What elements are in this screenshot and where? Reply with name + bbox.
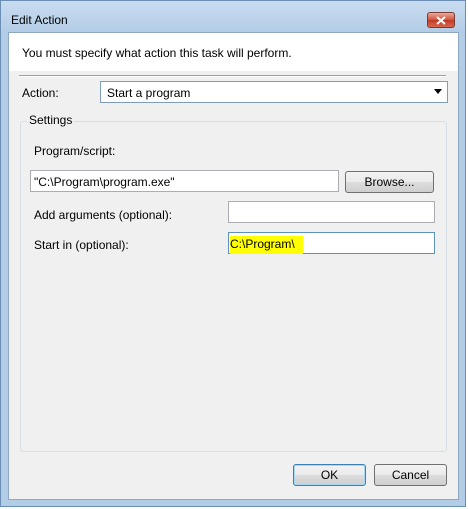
settings-group-label: Settings (27, 113, 75, 127)
edit-action-dialog: Edit Action You must specify what action… (0, 0, 466, 507)
message-panel: You must specify what action this task w… (9, 33, 458, 71)
window-title: Edit Action (11, 13, 68, 27)
start-in-label: Start in (optional): (34, 238, 129, 252)
program-script-input[interactable]: "C:\Program\program.exe" (30, 170, 339, 192)
close-button[interactable] (427, 12, 455, 28)
arguments-input[interactable] (228, 201, 435, 223)
instruction-message: You must specify what action this task w… (22, 46, 292, 60)
browse-button[interactable]: Browse... (345, 171, 434, 193)
action-label: Action: (22, 86, 59, 100)
program-script-label: Program/script: (34, 144, 116, 158)
cancel-button[interactable]: Cancel (374, 464, 447, 486)
chevron-down-icon (434, 89, 442, 94)
program-script-value: "C:\Program\program.exe" (34, 175, 175, 189)
start-in-value: C:\Program\ (230, 236, 303, 254)
action-selected-value: Start a program (107, 86, 191, 100)
close-icon (436, 16, 446, 25)
dialog-body: You must specify what action this task w… (8, 32, 459, 500)
arguments-label: Add arguments (optional): (34, 208, 173, 222)
title-bar[interactable]: Edit Action (1, 1, 465, 33)
start-in-input[interactable]: C:\Program\ (228, 232, 435, 254)
ok-button[interactable]: OK (293, 464, 366, 486)
action-dropdown[interactable]: Start a program (100, 81, 448, 103)
divider (19, 75, 446, 77)
